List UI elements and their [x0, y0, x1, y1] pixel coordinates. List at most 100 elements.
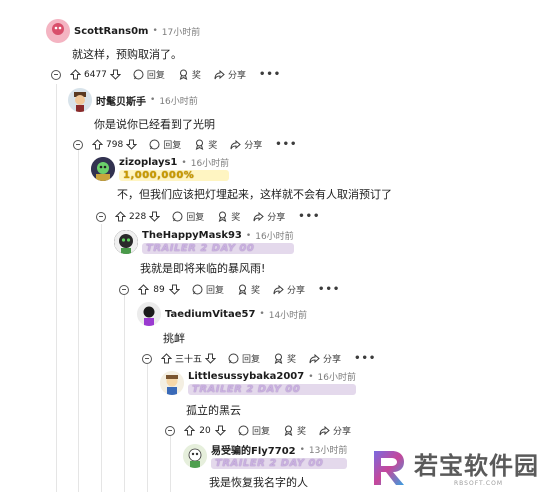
avatar[interactable] [68, 88, 92, 112]
timestamp[interactable]: 16小时前 [318, 370, 356, 383]
reply-button[interactable]: 回复 [238, 424, 270, 437]
award-button[interactable]: 奖 [283, 424, 306, 437]
award-button[interactable]: 奖 [217, 210, 240, 223]
separator: • [181, 157, 187, 168]
upvote-icon[interactable] [138, 284, 149, 295]
reply-label: 回复 [242, 355, 261, 365]
reply-button[interactable]: 回复 [228, 352, 260, 365]
more-options-icon[interactable]: ••• [259, 69, 281, 80]
collapse-icon[interactable] [142, 353, 152, 364]
share-button[interactable]: 分享 [319, 424, 351, 437]
award-button[interactable]: 奖 [237, 283, 260, 296]
avatar[interactable] [114, 229, 138, 254]
timestamp[interactable]: 14小时前 [269, 308, 307, 321]
vote-control: 6477 [70, 69, 121, 80]
separator: • [299, 444, 305, 455]
thread-line[interactable] [101, 224, 102, 492]
avatar[interactable] [183, 443, 207, 468]
share-label: 分享 [244, 141, 263, 151]
reply-button[interactable]: 回复 [192, 283, 224, 296]
user-line: 易受骗的Fly7702 • 13小时前 [211, 442, 347, 458]
downvote-icon[interactable] [149, 211, 161, 222]
share-button[interactable]: 分享 [253, 210, 285, 223]
timestamp[interactable]: 16小时前 [255, 229, 293, 242]
username[interactable]: Littlesussybaka2007 [188, 371, 304, 382]
username[interactable]: TaediumVitae57 [165, 309, 255, 320]
reply-label: 回复 [206, 286, 225, 296]
share-button[interactable]: 分享 [309, 352, 341, 365]
thread-line[interactable] [56, 84, 57, 492]
timestamp[interactable]: 13小时前 [309, 443, 347, 456]
avatar[interactable] [91, 156, 115, 181]
user-meta: TheHappyMask93 • 16小时前 TRAILER 2 DAY 00 [142, 229, 294, 254]
timestamp[interactable]: 16小时前 [191, 156, 229, 169]
share-button[interactable]: 分享 [214, 68, 246, 81]
thread-line[interactable] [170, 436, 171, 492]
action-bar: 6477 回复 奖 分享 ••• [51, 68, 294, 81]
timestamp[interactable]: 16小时前 [159, 94, 197, 107]
avatar[interactable] [160, 370, 184, 395]
timestamp[interactable]: 17小时前 [162, 25, 200, 38]
award-button[interactable]: 奖 [194, 138, 217, 151]
share-button[interactable]: 分享 [273, 283, 305, 296]
collapse-icon[interactable] [96, 211, 106, 222]
more-options-icon[interactable]: ••• [298, 211, 320, 222]
award-label: 奖 [191, 71, 201, 81]
upvote-icon[interactable] [115, 211, 126, 222]
award-label: 奖 [208, 141, 218, 151]
upvote-icon[interactable] [92, 139, 103, 150]
watermark-url: RBSOFT.COM [454, 480, 504, 487]
upvote-icon[interactable] [70, 69, 81, 80]
comment-header: 时髦贝斯手 • 16小时前 [68, 88, 198, 112]
share-label: 分享 [333, 427, 352, 437]
avatar[interactable] [137, 302, 161, 326]
more-options-icon[interactable]: ••• [275, 139, 297, 150]
user-flair: TRAILER 2 DAY 00 [188, 384, 356, 395]
reply-button[interactable]: 回复 [133, 68, 165, 81]
award-icon [217, 211, 228, 222]
share-label: 分享 [267, 213, 286, 223]
collapse-icon[interactable] [73, 139, 83, 150]
share-icon [273, 284, 284, 295]
reply-button[interactable]: 回复 [172, 210, 204, 223]
score: 228 [129, 211, 147, 222]
vote-control: 三十五 [161, 352, 217, 365]
downvote-icon[interactable] [109, 69, 121, 80]
award-label: 奖 [251, 286, 261, 296]
collapse-icon[interactable] [51, 69, 61, 80]
collapse-icon[interactable] [119, 284, 129, 295]
upvote-icon[interactable] [184, 425, 195, 436]
share-button[interactable]: 分享 [230, 138, 262, 151]
comment-bubble-icon [192, 284, 203, 295]
username[interactable]: 易受骗的Fly7702 [211, 442, 296, 457]
vote-control: 798 [92, 139, 138, 150]
reply-button[interactable]: 回复 [149, 138, 181, 151]
user-line: zizoplays1 • 16小时前 [119, 156, 229, 169]
downvote-icon[interactable] [126, 139, 138, 150]
share-icon [319, 425, 330, 436]
downvote-icon[interactable] [215, 425, 226, 436]
thread-line[interactable] [147, 364, 148, 492]
comment-text: 你是说你已经看到了光明 [94, 118, 215, 131]
comment-bubble-icon [172, 211, 183, 222]
downvote-icon[interactable] [205, 353, 217, 364]
username[interactable]: zizoplays1 [119, 157, 177, 168]
avatar[interactable] [46, 19, 70, 43]
username[interactable]: ScottRans0m [74, 26, 148, 37]
collapse-icon[interactable] [165, 425, 175, 436]
comment-header: 易受骗的Fly7702 • 13小时前 TRAILER 2 DAY 00 [183, 442, 348, 469]
thread-line[interactable] [78, 150, 79, 492]
upvote-icon[interactable] [161, 353, 172, 364]
downvote-icon[interactable] [169, 284, 180, 295]
username[interactable]: TheHappyMask93 [142, 230, 242, 241]
username[interactable]: 时髦贝斯手 [96, 93, 146, 108]
award-button[interactable]: 奖 [178, 68, 201, 81]
separator: • [259, 309, 265, 319]
thread-line[interactable] [124, 294, 125, 492]
comment-text: 我就是即将来临的暴风雨! [140, 262, 266, 275]
award-icon [237, 284, 248, 295]
share-icon [253, 211, 264, 222]
more-options-icon[interactable]: ••• [318, 284, 340, 295]
award-button[interactable]: 奖 [273, 352, 296, 365]
more-options-icon[interactable]: ••• [354, 353, 376, 364]
